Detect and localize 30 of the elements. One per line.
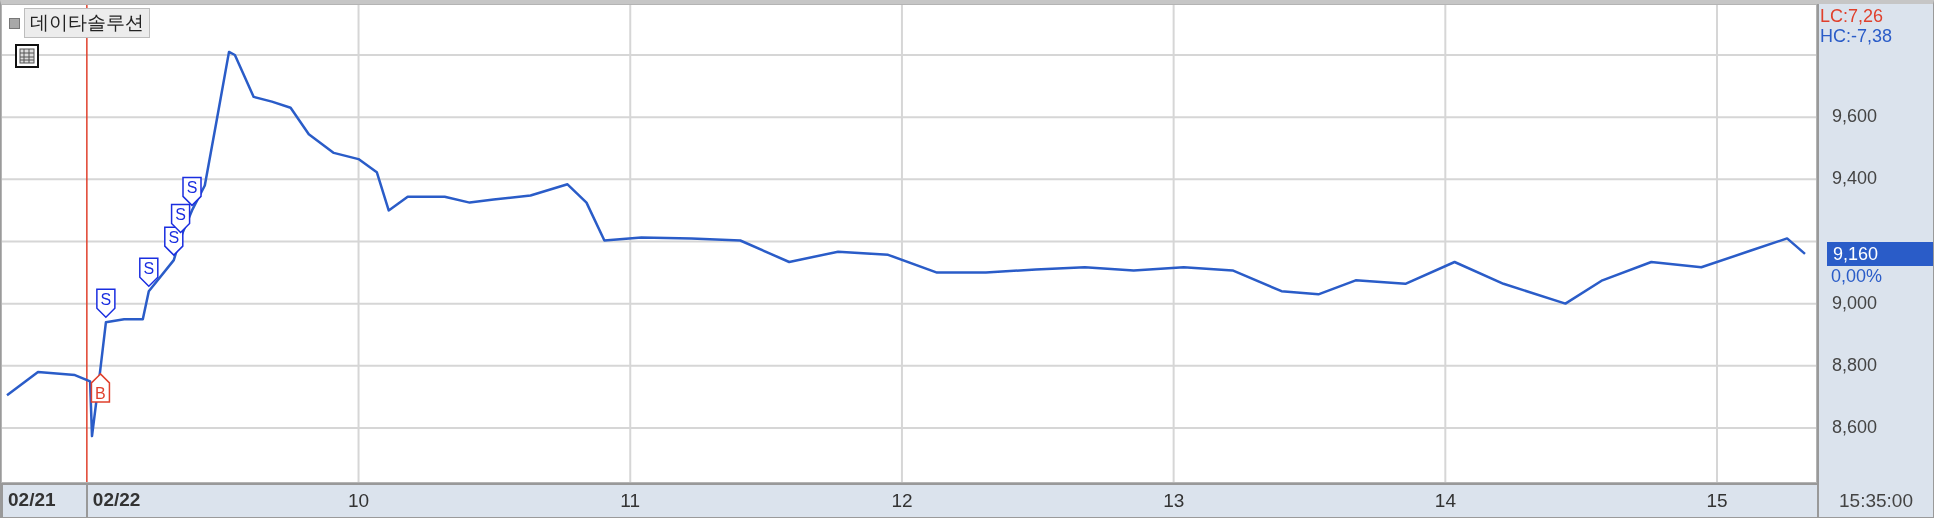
annotation: S	[186, 179, 198, 197]
sell-marker: S	[182, 176, 202, 207]
annotation: B	[95, 384, 106, 402]
time-axis-label: 11	[620, 489, 640, 513]
price-label: 9,400	[1832, 168, 1878, 190]
sell-marker: S	[139, 257, 159, 288]
sell-marker: S	[96, 288, 116, 319]
high-change-label: HC:-7,38	[1820, 26, 1893, 46]
buy-marker: B	[90, 372, 111, 403]
time-axis-label: 15	[1706, 489, 1728, 513]
annotation: S	[100, 291, 112, 309]
table-icon[interactable]	[15, 44, 39, 68]
change-percent: 0,00%	[1831, 265, 1883, 286]
price-label: 8,800	[1832, 354, 1878, 376]
date-label: 02/21	[1, 485, 56, 517]
square-icon[interactable]	[9, 17, 20, 29]
price-label: 8,600	[1832, 416, 1878, 438]
price-label: 9,600	[1832, 106, 1878, 128]
annotation: S	[175, 206, 186, 224]
price-label: 9,000	[1832, 292, 1878, 314]
stock-name[interactable]: 데이타솔루션	[24, 8, 150, 38]
time-axis-label: 12	[891, 489, 913, 513]
time-axis-label: 14	[1434, 489, 1456, 513]
time-axis-label: 10	[348, 489, 370, 513]
low-change-label: LC:7,26	[1820, 6, 1884, 26]
annotation: S	[143, 260, 155, 278]
time-label: 15:35:00	[1839, 490, 1913, 512]
current-price-tag: 9,160	[1827, 241, 1933, 266]
date-label: 02/22	[85, 485, 141, 517]
time-axis-label: 13	[1163, 489, 1185, 513]
